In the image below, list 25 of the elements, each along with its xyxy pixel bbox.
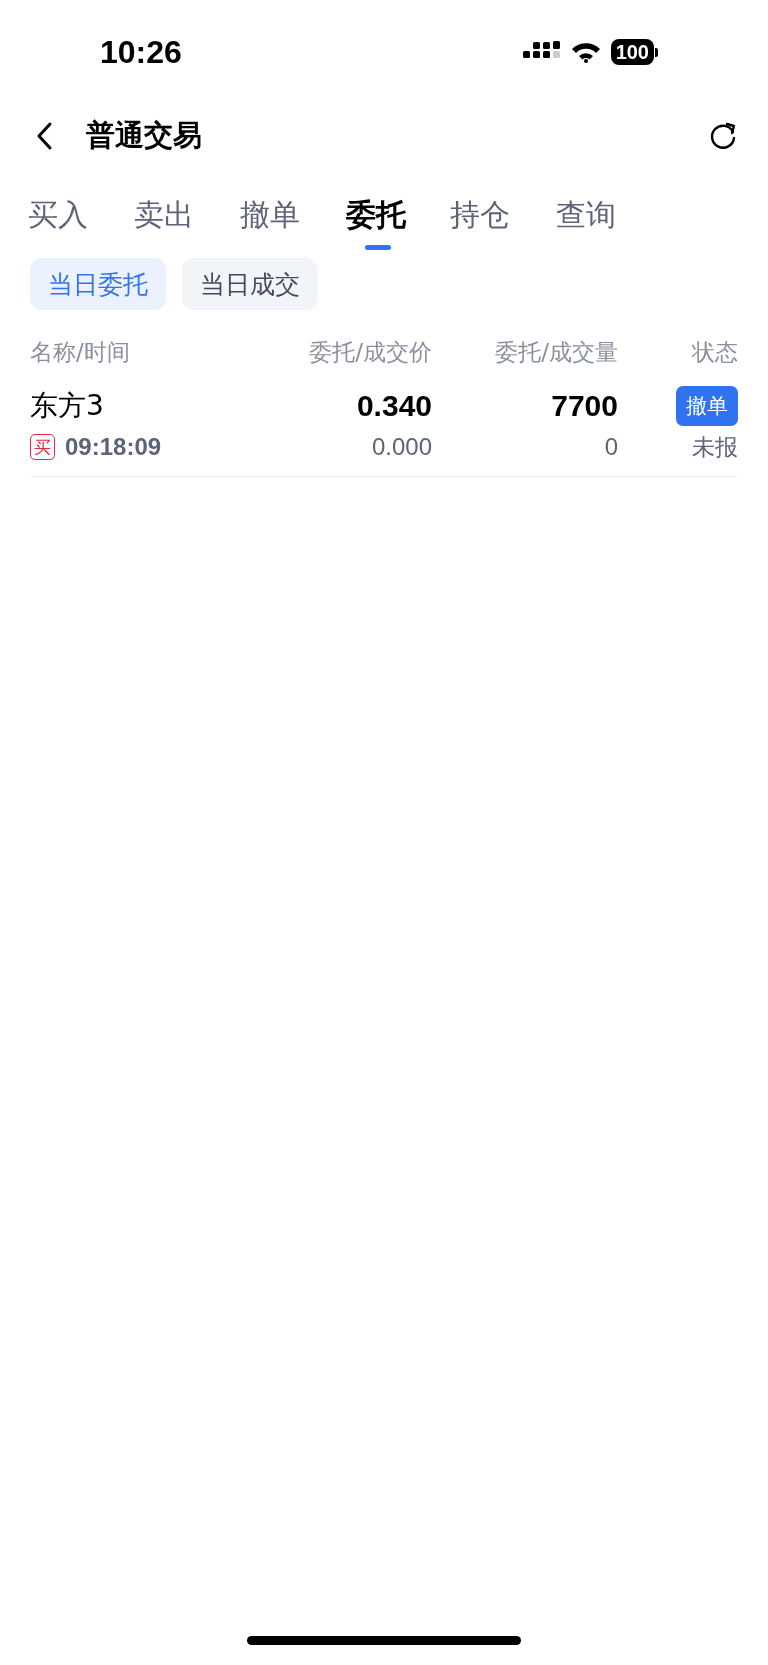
column-header: 委托/成交量 [494, 337, 618, 367]
tab[interactable]: 委托 [346, 190, 406, 252]
status-time: 10:26 [100, 33, 182, 71]
tab[interactable]: 持仓 [450, 190, 556, 252]
column-header: 名称/时间 [30, 337, 131, 367]
side-badge: 买 [30, 434, 55, 460]
stock-name: 东方3 [30, 388, 105, 424]
deal-quantity: 0 [604, 432, 618, 462]
order-quantity: 7700 [551, 388, 618, 424]
order-price: 0.340 [356, 388, 432, 424]
tab[interactable]: 卖出 [134, 190, 240, 252]
column-header: 委托/成交价 [308, 337, 432, 367]
page-title: 普通交易 [86, 117, 203, 154]
filter-chip[interactable]: 当日委托 [30, 258, 166, 310]
order-status: 未报 [692, 433, 738, 462]
filter-chip[interactable]: 当日成交 [182, 258, 318, 310]
tab[interactable]: 查询 [556, 190, 662, 252]
back-icon[interactable] [36, 121, 54, 151]
tab[interactable]: 撤单 [240, 190, 346, 252]
order-time: 09:18:09 [65, 433, 162, 461]
deal-price: 0.000 [371, 432, 432, 462]
refresh-icon[interactable] [708, 121, 738, 151]
tab[interactable]: 买入 [28, 190, 134, 252]
cancel-button[interactable]: 撤单 [676, 386, 738, 426]
column-header: 状态 [691, 337, 738, 367]
